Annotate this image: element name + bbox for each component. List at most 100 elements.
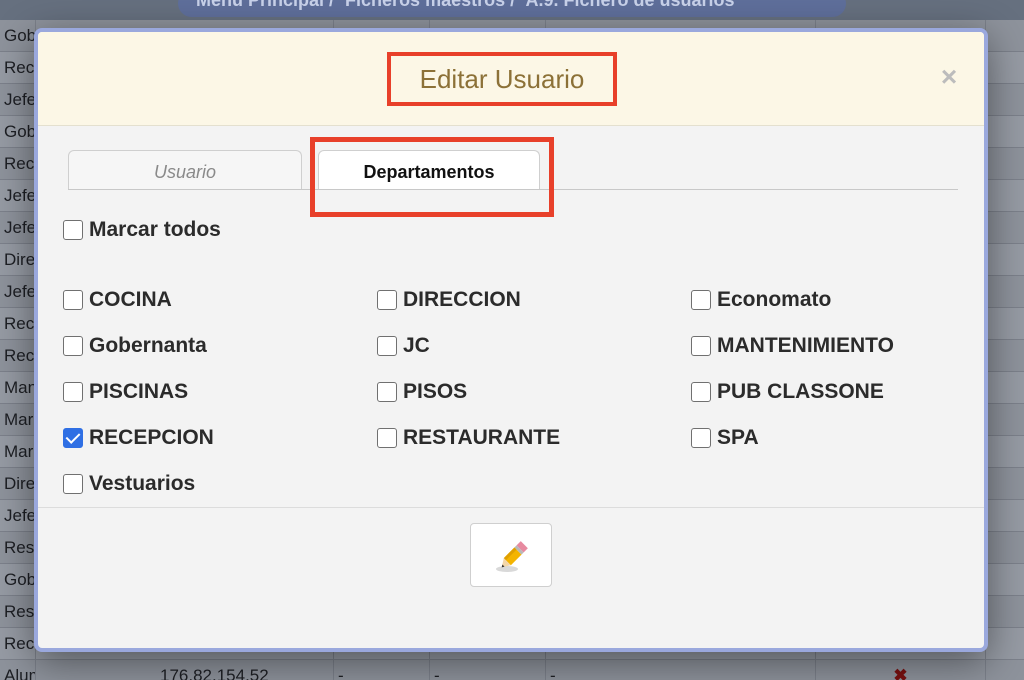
table-cell (986, 436, 1024, 468)
table-cell (986, 308, 1024, 340)
department-label: Vestuarios (89, 472, 196, 495)
department-checkbox-recepcion[interactable]: RECEPCION (63, 426, 214, 450)
department-checkbox-spa[interactable]: SPA (691, 426, 759, 450)
checkbox-box[interactable] (377, 336, 397, 356)
department-label: Economato (717, 288, 832, 311)
tabs-divider (68, 189, 958, 190)
department-label: MANTENIMIENTO (717, 334, 894, 357)
select-all-checkbox[interactable]: Marcar todos (63, 218, 221, 242)
table-cell (986, 276, 1024, 308)
modal-title: Editar Usuario (387, 52, 617, 106)
checkbox-box[interactable] (63, 474, 83, 494)
close-icon[interactable]: × (936, 62, 962, 92)
table-cell (986, 244, 1024, 276)
pencil-icon (496, 541, 528, 572)
table-cell (986, 596, 1024, 628)
department-checkbox-pisos[interactable]: PISOS (377, 380, 467, 404)
table-cell: Jefe R (0, 500, 36, 532)
tab-usuario[interactable]: Usuario (68, 150, 302, 190)
checkbox-box[interactable] (691, 382, 711, 402)
select-all-label: Marcar todos (89, 218, 221, 241)
table-cell (986, 500, 1024, 532)
table-cell: Direccion (0, 468, 36, 500)
table-cell: - (546, 660, 816, 680)
table-cell: Recepcion (0, 308, 36, 340)
table-cell: - (430, 660, 546, 680)
footer-divider (38, 507, 984, 508)
breadcrumb-item[interactable]: Ficheros maestros / (345, 0, 515, 10)
department-checkbox-vestuarios[interactable]: Vestuarios (63, 472, 195, 496)
table-cell (986, 212, 1024, 244)
checkbox-box[interactable] (377, 428, 397, 448)
department-label: Gobernanta (89, 334, 207, 357)
department-label: JC (403, 334, 430, 357)
department-label: PISCINAS (89, 380, 189, 403)
checkbox-box[interactable] (691, 336, 711, 356)
table-cell (986, 628, 1024, 660)
table-cell: Recepcion (0, 628, 36, 660)
table-cell: Marketing (0, 404, 36, 436)
table-cell (986, 340, 1024, 372)
department-label: COCINA (89, 288, 172, 311)
department-checkbox-mantenimiento[interactable]: MANTENIMIENTO (691, 334, 894, 358)
edit-button[interactable] (470, 523, 552, 587)
checkbox-box[interactable] (63, 382, 83, 402)
checkbox-box[interactable] (377, 290, 397, 310)
department-label: SPA (717, 426, 759, 449)
table-cell (986, 84, 1024, 116)
department-checkbox-gobernanta[interactable]: Gobernanta (63, 334, 207, 358)
department-checkbox-piscinas[interactable]: PISCINAS (63, 380, 188, 404)
checkbox-box[interactable] (63, 220, 83, 240)
table-cell: Jefe R (0, 276, 36, 308)
department-label: PUB CLASSONE (717, 380, 884, 403)
table-cell: Jefe R (0, 84, 36, 116)
table-cell: Jefe R (0, 212, 36, 244)
table-cell: 176.82.154.52 (156, 660, 334, 680)
delete-icon[interactable]: ✖ (816, 660, 986, 680)
table-cell (986, 148, 1024, 180)
table-cell: Gobernanta (0, 20, 36, 52)
edit-user-modal: Editar Usuario × Usuario Departamentos M… (34, 28, 988, 652)
department-checkbox-cocina[interactable]: COCINA (63, 288, 172, 312)
table-cell: Recepcion (0, 148, 36, 180)
department-label: DIRECCION (403, 288, 521, 311)
table-cell (986, 116, 1024, 148)
department-checkbox-jc[interactable]: JC (377, 334, 430, 358)
modal-header: Editar Usuario × (38, 32, 984, 126)
checkbox-box[interactable] (691, 290, 711, 310)
table-cell: Restaurante (0, 596, 36, 628)
checkbox-box[interactable] (63, 290, 83, 310)
table-cell: Gobernanta (0, 116, 36, 148)
table-cell: Alumnos (0, 660, 36, 680)
department-checkbox-economato[interactable]: Economato (691, 288, 831, 312)
breadcrumb-item[interactable]: Menú Principal / (196, 0, 334, 10)
table-cell (986, 404, 1024, 436)
table-row: Alumnos176.82.154.52---✖ (0, 660, 1024, 680)
department-checkbox-pub-classone[interactable]: PUB CLASSONE (691, 380, 884, 404)
table-cell: Marketing (0, 436, 36, 468)
breadcrumb: Menú Principal / Ficheros maestros / A.9… (178, 0, 846, 17)
table-cell: Recepcion (0, 52, 36, 84)
table-cell (986, 468, 1024, 500)
checkbox-box[interactable] (691, 428, 711, 448)
department-checkbox-direccion[interactable]: DIRECCION (377, 288, 521, 312)
department-checkbox-restaurante[interactable]: RESTAURANTE (377, 426, 560, 450)
table-cell (986, 180, 1024, 212)
table-cell (986, 660, 1024, 680)
table-cell (986, 532, 1024, 564)
table-cell: Jefe R (0, 180, 36, 212)
table-cell: Direccion (0, 244, 36, 276)
tab-departamentos[interactable]: Departamentos (318, 150, 540, 190)
table-cell (986, 564, 1024, 596)
checkbox-box[interactable] (377, 382, 397, 402)
table-cell: Mantenimiento (0, 372, 36, 404)
checkbox-box[interactable] (63, 428, 83, 448)
table-cell: Restaurante (0, 532, 36, 564)
department-label: RECEPCION (89, 426, 214, 449)
department-label: RESTAURANTE (403, 426, 561, 449)
breadcrumb-item: A.9. Fichero de usuarios (525, 0, 735, 10)
table-cell: Gobernanta (0, 564, 36, 596)
checkbox-box[interactable] (63, 336, 83, 356)
department-label: PISOS (403, 380, 468, 403)
table-cell (986, 52, 1024, 84)
